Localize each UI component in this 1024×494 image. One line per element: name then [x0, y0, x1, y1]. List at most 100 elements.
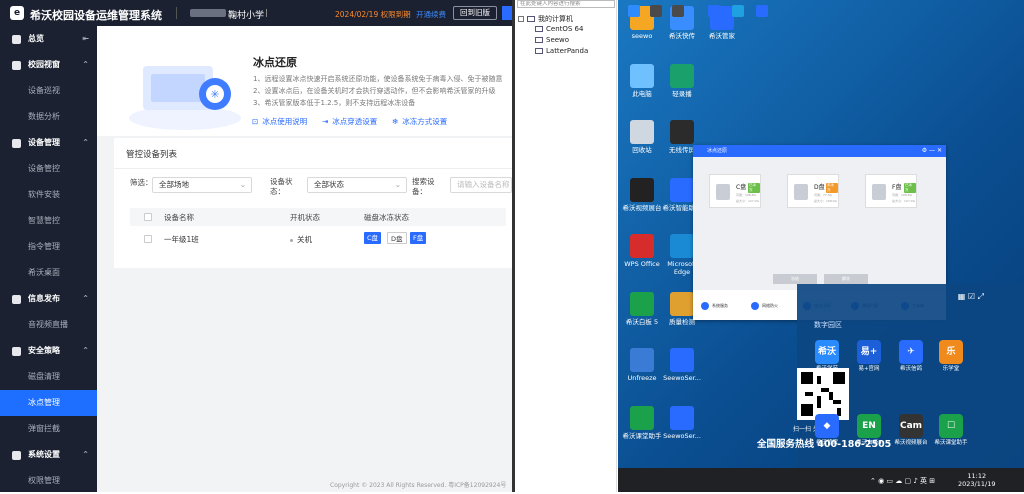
sidebar-item-label: 权限管理 [28, 476, 60, 485]
freeze-mode-link[interactable]: ❄ 冰冻方式设置 [392, 116, 447, 127]
sidebar-item-label: 校园视窗 [28, 60, 60, 69]
old-version-button[interactable]: 回到旧版 [453, 6, 497, 20]
seewo-taskbar-icon[interactable] [708, 5, 720, 17]
disk-status-badge: 已冰冻 [904, 183, 916, 193]
select-all-checkbox[interactable] [144, 213, 152, 221]
clock[interactable]: 11:12 2023/11/19 [958, 472, 995, 488]
desktop-icon-11[interactable]: 希沃白板 5 [622, 292, 662, 326]
disk-f-tag: F盘 [410, 232, 427, 244]
desktop-icon-label: 希沃视频展台 [622, 204, 662, 212]
desktop-icon-3[interactable]: 此电脑 [622, 64, 662, 98]
tray-icons[interactable]: ⌃ ◉ ▭ ☁ ▢ ♪ 英 ⊞ [870, 476, 935, 486]
chevron-down-icon: ⌄ [394, 180, 401, 189]
popup-app-3[interactable]: 乐乐学堂 [931, 340, 971, 373]
desktop-icon-15[interactable]: 希沃课堂助手 [622, 406, 662, 440]
popup-app-7[interactable]: ☐ 希沃课堂助手 [931, 414, 971, 447]
settings-icon [12, 451, 21, 460]
desktop-icon-label: 希沃课堂助手 [622, 432, 662, 440]
sidebar-item-8[interactable]: 指令管理 [0, 234, 97, 260]
task-view-icon[interactable] [672, 5, 684, 17]
sidebar-item-10[interactable]: 信息发布 ⌃ [0, 286, 97, 312]
sidebar-item-6[interactable]: 软件安装 [0, 182, 97, 208]
popup-app-6[interactable]: Cam 希沃视频展台 [891, 414, 931, 447]
sidebar-item-14[interactable]: 冰点管理 [0, 390, 97, 416]
popup-toolbar-icons[interactable]: ▦ ☑ ⤢ [958, 292, 984, 302]
col-disk-status: 磁盘冰冻状态 [364, 213, 409, 222]
chevron-icon: ⌃ [82, 294, 89, 303]
start-icon[interactable] [628, 5, 640, 17]
desktop-icon-16[interactable]: SeewoSer... [662, 406, 702, 440]
tree-node-centos[interactable]: CentOS 64 [535, 25, 583, 33]
sidebar-item-0[interactable]: 总览 ⇤ [0, 26, 97, 52]
desktop-icon-label: 希沃白板 5 [625, 318, 659, 326]
popup-app-4[interactable]: ◆ 希沃管家 [807, 414, 847, 447]
expire-notice: 2024/02/19 权限到期 [335, 10, 411, 19]
freeze-guide-link[interactable]: ⊡ 冰点使用说明 [252, 116, 307, 127]
disk-card[interactable]: F盘 已冰冻 可用：108.8G 总大小：127.0G [865, 174, 917, 208]
disk-total: 总大小：108.0G [814, 199, 837, 203]
sidebar-item-label: 总览 [28, 34, 44, 43]
app-icon [670, 348, 694, 372]
sidebar-item-3[interactable]: 数据分析 [0, 104, 97, 130]
sidebar-item-13[interactable]: 磁盘清理 [0, 364, 97, 390]
home-icon [12, 35, 21, 44]
popup-app-1[interactable]: 易+ 易+官网 [849, 340, 889, 373]
desktop-icon-9[interactable]: WPS Office [622, 234, 662, 268]
status-select[interactable]: 全部状态 ⌄ [307, 177, 407, 193]
app-icon [630, 348, 654, 372]
disk-total: 总大小：127.0G [736, 199, 759, 203]
sidebar-item-label: 设备巡视 [28, 86, 60, 95]
unfreeze-button[interactable]: 解冻 [824, 274, 868, 284]
top-bar: e 希沃校园设备运维管理系统 鞠村小学 2024/02/19 权限到期 开通续费… [0, 0, 512, 26]
desktop-icon-14[interactable]: SeewoSer... [662, 348, 702, 382]
sidebar-item-16[interactable]: 系统设置 ⌃ [0, 442, 97, 468]
desktop-icon-4[interactable]: 轻录播 [662, 64, 702, 98]
row-checkbox[interactable] [144, 235, 152, 243]
desktop-icon-7[interactable]: 希沃视频展台 [622, 178, 662, 212]
disk-card[interactable]: D盘 未冰冻 可用：77.3G 总大小：108.0G [787, 174, 839, 208]
sidebar-item-15[interactable]: 弹窗拦截 [0, 416, 97, 442]
sidebar-item-17[interactable]: 权限管理 [0, 468, 97, 494]
freeze-button[interactable]: 冻结 [773, 274, 817, 284]
sidebar-item-2[interactable]: 设备巡视 [0, 78, 97, 104]
sidebar-item-label: 安全策略 [28, 346, 60, 355]
search-input[interactable]: 请输入设备名称 [450, 177, 512, 193]
sidebar-item-7[interactable]: 智慧管控 [0, 208, 97, 234]
freeze-penetrate-link[interactable]: ⇥ 冰点穿透设置 [322, 116, 377, 127]
tab-icon [701, 302, 709, 310]
sidebar-item-1[interactable]: 校园视窗 ⌃ [0, 52, 97, 78]
sidebar-item-12[interactable]: 安全策略 ⌃ [0, 338, 97, 364]
search-icon[interactable] [650, 5, 662, 17]
vm-icon [535, 48, 543, 54]
popup-app-5[interactable]: EN 希沃白板5 [849, 414, 889, 447]
sidebar-item-11[interactable]: 音视频直播 [0, 312, 97, 338]
school-name-redacted [190, 9, 226, 17]
sidebar-item-4[interactable]: 设备管理 ⌃ [0, 130, 97, 156]
freeze-tab-0[interactable]: 系统服务 [701, 302, 728, 310]
sidebar-item-label: 冰点管理 [28, 398, 60, 407]
desktop-icon-13[interactable]: Unfreeze [622, 348, 662, 382]
app-logo: e [10, 6, 24, 20]
sidebar-item-5[interactable]: 设备管控 [0, 156, 97, 182]
tree-root[interactable]: 我的计算机 [518, 14, 573, 24]
popup-app-2[interactable]: ✈ 希沃信鸽 [891, 340, 931, 373]
freeze-tab-1[interactable]: 网络防火 [751, 302, 778, 310]
publish-icon [12, 295, 21, 304]
popup-app-0[interactable]: 希沃 希沃学苑 [807, 340, 847, 373]
chevron-down-icon[interactable] [266, 9, 274, 17]
sidebar-item-label: 磁盘清理 [28, 372, 60, 381]
tree-search-input[interactable]: 在此处键入内容进行搜索 [517, 0, 615, 8]
disk-card[interactable]: C盘 已冰冻 可用：108.8G 总大小：127.0G [709, 174, 761, 208]
tree-node-latterpanda[interactable]: LatterPanda [535, 47, 588, 55]
renew-link[interactable]: 开通续费 [416, 9, 446, 20]
search-label: 搜索设备： [412, 177, 435, 196]
tree-node-seewo[interactable]: Seewo [535, 36, 569, 44]
sidebar-item-label: 音视频直播 [28, 320, 68, 329]
seewo-manager-taskbar-icon[interactable] [756, 5, 768, 17]
sidebar-item-9[interactable]: 希沃桌面 [0, 260, 97, 286]
desktop-icon-5[interactable]: 回收站 [622, 120, 662, 154]
edge-icon[interactable] [732, 5, 744, 17]
filter-select[interactable]: 全部场地 ⌄ [152, 177, 252, 193]
window-controls[interactable]: ⚙ — ✕ [922, 147, 942, 154]
header-button[interactable] [502, 6, 512, 20]
